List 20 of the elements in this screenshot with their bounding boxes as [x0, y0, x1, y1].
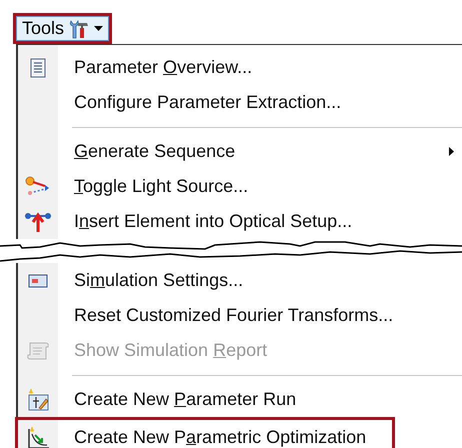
- tools-icon: [68, 18, 90, 38]
- menu-item[interactable]: Generate Sequence: [74, 138, 462, 165]
- dropdown-arrow-icon: [94, 26, 104, 31]
- report-scroll-icon: [26, 340, 50, 362]
- menu-item[interactable]: Toggle Light Source...: [74, 173, 462, 200]
- menu-item[interactable]: Simulation Settings...: [74, 267, 462, 294]
- menu-item[interactable]: Insert Element into Optical Setup...: [74, 208, 462, 235]
- new-parameter-run-icon: [26, 388, 50, 412]
- submenu-arrow-icon: [449, 147, 454, 156]
- new-optimization-icon: [26, 426, 50, 448]
- document-icon: [30, 58, 46, 78]
- tools-menu-button[interactable]: Tools: [16, 16, 110, 41]
- menu-item[interactable]: Create New Parameter Run: [74, 386, 462, 413]
- menu-item[interactable]: Parameter Overview...: [74, 54, 462, 81]
- menu-item[interactable]: Configure Parameter Extraction...: [74, 89, 462, 116]
- light-source-icon: [25, 176, 51, 198]
- menu-item[interactable]: Create New Parametric Optimization: [74, 424, 392, 448]
- menu-item[interactable]: Reset Customized Fourier Transforms...: [74, 302, 462, 329]
- insert-element-icon: [25, 210, 51, 232]
- settings-window-icon: [28, 274, 48, 288]
